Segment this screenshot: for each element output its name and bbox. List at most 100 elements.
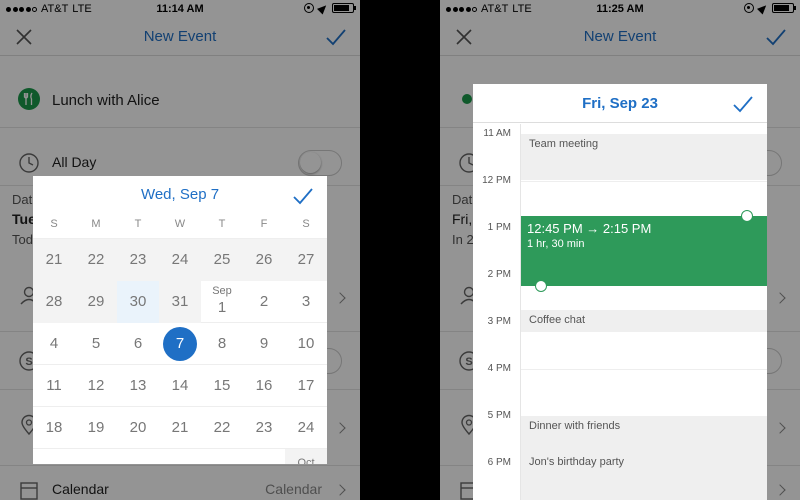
calendar-day-cell[interactable]: 9 xyxy=(243,323,285,365)
hour-label: 11 AM xyxy=(483,128,511,139)
day-number: 22 xyxy=(87,251,105,268)
event-dinner-with-friends[interactable]: Dinner with friends Jon's birthday party xyxy=(521,416,767,500)
calendar-day-cell[interactable]: Oct xyxy=(285,449,327,464)
confirm-check-icon[interactable] xyxy=(731,92,755,116)
calendar-day-cell[interactable]: 28 xyxy=(33,281,75,323)
calendar-day-cell[interactable]: 27 xyxy=(285,239,327,281)
calendar-day-cell[interactable]: 2 xyxy=(243,281,285,323)
weekday-label: W xyxy=(174,218,186,230)
calendar-day-cell[interactable]: 4 xyxy=(33,323,75,365)
calendar-day-cell[interactable]: 24 xyxy=(159,239,201,281)
day-number: 7 xyxy=(175,335,185,352)
hour-label: 12 PM xyxy=(482,175,511,186)
calendar-day-cell[interactable]: 15 xyxy=(201,365,243,407)
calendar-day-cell[interactable]: 8 xyxy=(201,323,243,365)
event-coffee-chat[interactable]: Coffee chat xyxy=(521,310,767,332)
day-number: 27 xyxy=(130,461,147,464)
day-number: 6 xyxy=(133,335,143,352)
calendar-week-row: 21 22 23 24 25 26 27 xyxy=(33,238,327,281)
calendar-week-row: 28 29 30 31 Sep 1 2 3 xyxy=(33,280,327,323)
day-number: 29 xyxy=(214,461,231,464)
confirm-check-icon[interactable] xyxy=(291,184,315,208)
calendar-day-cell[interactable]: 28 xyxy=(159,449,201,464)
day-number: 30 xyxy=(256,461,273,464)
calendar-day-cell[interactable]: 22 xyxy=(201,407,243,449)
day-number: 1 xyxy=(217,299,227,316)
calendar-day-cell[interactable]: 11 xyxy=(33,365,75,407)
calendar-day-cell[interactable]: 29 xyxy=(201,449,243,464)
calendar-day-cell[interactable]: 16 xyxy=(243,365,285,407)
calendar-day-cell[interactable]: 19 xyxy=(75,407,117,449)
day-number: 22 xyxy=(213,419,231,436)
calendar-day-cell[interactable]: 13 xyxy=(117,365,159,407)
day-number: 10 xyxy=(297,335,315,352)
calendar-day-cell[interactable]: 6 xyxy=(117,323,159,365)
day-number: 29 xyxy=(87,293,105,310)
event-team-meeting[interactable]: Team meeting xyxy=(521,134,767,180)
selection-duration: 1 hr, 30 min xyxy=(527,238,585,250)
calendar-day-cell[interactable]: 12 xyxy=(75,365,117,407)
weekday-label: F xyxy=(260,218,268,230)
calendar-grid: 21 22 23 24 25 26 27 28 29 30 31 Sep 1 2 3 4 5 6 7 8 9 10 11 12… xyxy=(33,238,327,464)
day-number: 9 xyxy=(259,335,269,352)
day-number: 25 xyxy=(46,461,63,464)
hour-line xyxy=(521,369,767,370)
day-number: 2 xyxy=(259,293,269,310)
day-number: 18 xyxy=(45,419,63,436)
calendar-day-cell[interactable]: 29 xyxy=(75,281,117,323)
calendar-week-row: 11 12 13 14 15 16 17 xyxy=(33,364,327,406)
panel-title: Fri, Sep 23 xyxy=(582,95,658,112)
day-number: 23 xyxy=(129,251,147,268)
calendar-day-cell[interactable]: 30 xyxy=(243,449,285,464)
calendar-day-cell[interactable]: 27 xyxy=(117,449,159,464)
calendar-day-cell[interactable]: 5 xyxy=(75,323,117,365)
time-selection-block[interactable]: 12:45 PM → 2:15 PM 1 hr, 30 min xyxy=(521,216,767,286)
day-number: 23 xyxy=(255,419,273,436)
hour-label: 4 PM xyxy=(487,363,511,374)
day-number: 27 xyxy=(297,251,315,268)
calendar-day-cell[interactable]: 24 xyxy=(285,407,327,449)
day-number: 14 xyxy=(171,377,189,394)
day-number: 30 xyxy=(129,293,147,310)
day-number: 12 xyxy=(87,377,105,394)
day-number: 19 xyxy=(87,419,105,436)
calendar-day-cell[interactable]: 17 xyxy=(285,365,327,407)
picker-title: Wed, Sep 7 xyxy=(140,186,220,203)
calendar-day-cell[interactable]: 31 xyxy=(159,281,201,323)
calendar-day-cell[interactable]: 30 xyxy=(117,281,159,323)
hour-line xyxy=(521,181,767,182)
phone-new-event-time-picker: AT&T LTE 11:25 AM New Event Dat Fri, In … xyxy=(440,0,800,500)
day-number: 21 xyxy=(171,419,189,436)
calendar-day-cell[interactable]: 23 xyxy=(117,239,159,281)
calendar-day-cell[interactable]: 7 xyxy=(159,323,201,365)
day-number: 13 xyxy=(129,377,147,394)
selection-range: 12:45 PM → 2:15 PM xyxy=(527,221,652,236)
month-label: Oct xyxy=(297,457,315,464)
calendar-day-cell[interactable]: 21 xyxy=(33,239,75,281)
calendar-day-cell[interactable]: Sep 1 xyxy=(201,281,243,323)
calendar-day-cell[interactable]: 26 xyxy=(243,239,285,281)
calendar-day-cell[interactable]: 25 xyxy=(33,449,75,464)
calendar-day-cell[interactable]: 14 xyxy=(159,365,201,407)
selection-start-drag-handle[interactable] xyxy=(535,280,547,292)
selection-end-drag-handle[interactable] xyxy=(741,210,753,222)
day-number: 21 xyxy=(45,251,63,268)
calendar-day-cell[interactable]: 23 xyxy=(243,407,285,449)
panel-divider xyxy=(473,122,767,123)
calendar-day-cell[interactable]: 22 xyxy=(75,239,117,281)
calendar-day-cell[interactable]: 20 xyxy=(117,407,159,449)
calendar-day-cell[interactable]: 3 xyxy=(285,281,327,323)
date-picker-popup: Wed, Sep 7 S M T W T F S 21 22 23 24 25 26 27 2… xyxy=(33,176,327,464)
day-number: 8 xyxy=(217,335,227,352)
calendar-day-cell[interactable]: 25 xyxy=(201,239,243,281)
weekday-label: T xyxy=(134,218,142,230)
calendar-day-cell[interactable]: 18 xyxy=(33,407,75,449)
calendar-day-cell[interactable]: 21 xyxy=(159,407,201,449)
day-number: 31 xyxy=(171,293,189,310)
calendar-day-cell[interactable]: 26 xyxy=(75,449,117,464)
calendar-day-cell[interactable]: 10 xyxy=(285,323,327,365)
day-number: 25 xyxy=(213,251,231,268)
month-label: Sep xyxy=(212,285,232,297)
time-picker-panel: Fri, Sep 23 11 AM 12 PM 1 PM 2 PM 3 PM 4… xyxy=(473,84,767,500)
event-name: Team meeting xyxy=(529,138,599,150)
